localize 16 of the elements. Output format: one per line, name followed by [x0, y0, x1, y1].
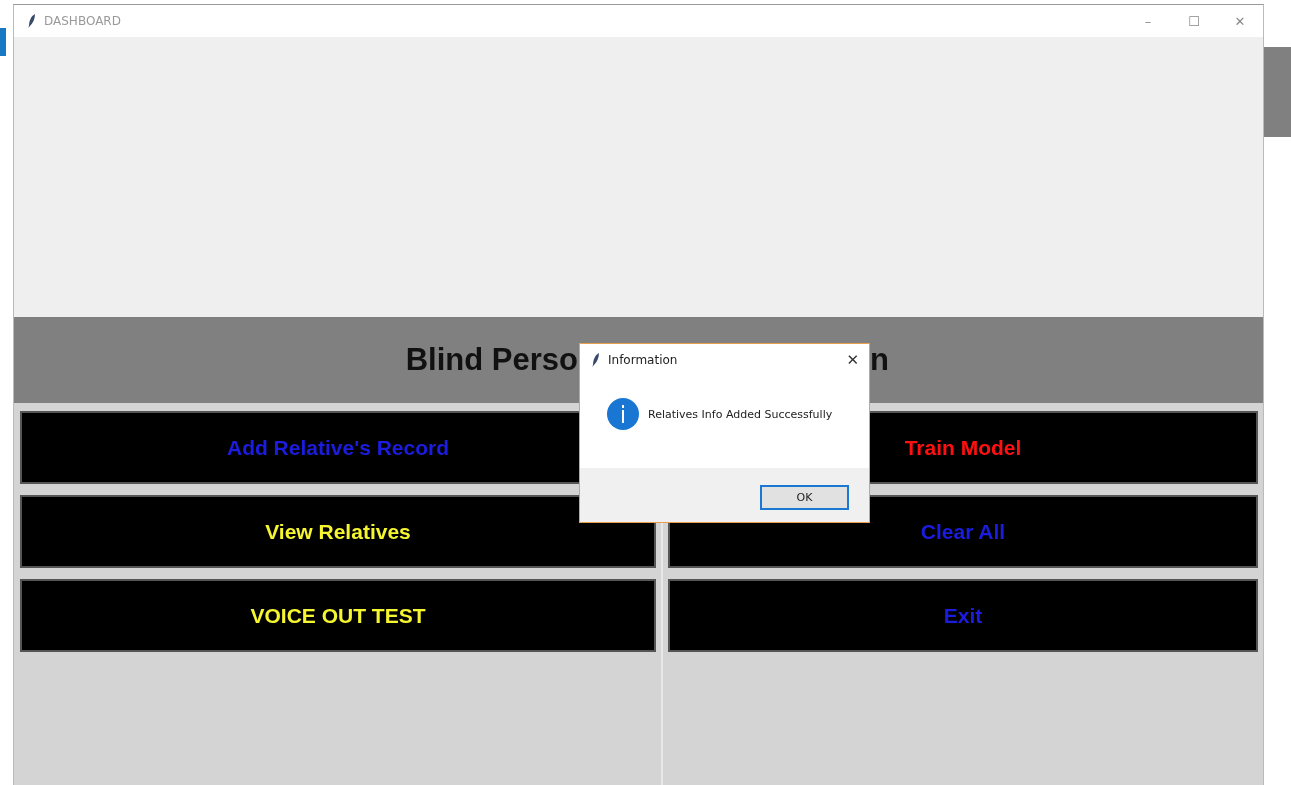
desktop-edge — [0, 28, 6, 56]
feather-icon — [28, 14, 36, 28]
close-button[interactable]: ✕ — [1217, 5, 1263, 37]
info-icon — [607, 398, 639, 430]
menu-button[interactable]: Exit — [668, 579, 1258, 652]
menu-button[interactable]: VOICE OUT TEST — [20, 579, 656, 652]
heading-title: n — [870, 342, 889, 378]
window-title: DASHBOARD — [44, 14, 121, 28]
minimize-button[interactable]: – — [1125, 5, 1171, 37]
close-button[interactable]: ✕ — [842, 349, 863, 371]
feather-icon — [592, 353, 600, 367]
ok-button[interactable]: OK — [760, 484, 849, 510]
maximize-button[interactable]: ☐ — [1171, 5, 1217, 37]
menu-button[interactable]: View Relatives — [20, 495, 656, 568]
heading-title: Blind Perso — [404, 342, 578, 378]
dialog-title: Information — [608, 353, 678, 367]
